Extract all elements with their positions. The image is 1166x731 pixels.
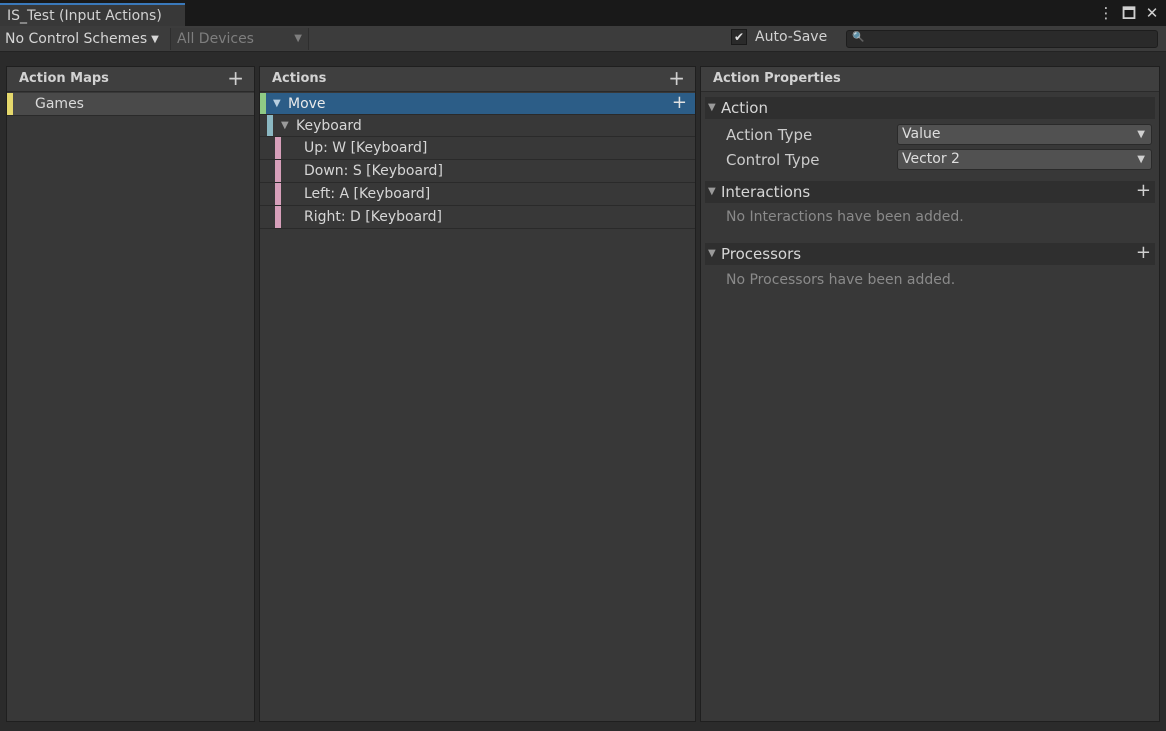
chevron-down-icon: ▼: [294, 33, 302, 44]
window-tab[interactable]: IS_Test (Input Actions): [0, 3, 185, 26]
color-bar: [260, 93, 266, 114]
action-type-dropdown[interactable]: Value ▼: [897, 124, 1152, 145]
expand-triangle-icon[interactable]: ▼: [708, 243, 716, 265]
maximize-icon[interactable]: 🗖: [1121, 3, 1137, 23]
composite-keyboard[interactable]: ▼ Keyboard: [260, 115, 695, 137]
expand-triangle-icon[interactable]: ▼: [273, 93, 281, 115]
actions-header: Actions +: [260, 67, 695, 92]
control-type-dropdown[interactable]: Vector 2 ▼: [897, 149, 1152, 170]
color-bar: [275, 160, 281, 182]
processors-section-header[interactable]: ▼ Processors +: [705, 242, 1155, 265]
autosave-checkbox[interactable]: ✔: [731, 29, 747, 45]
chevron-down-icon: ▼: [1137, 129, 1145, 140]
main-area: Action Maps + Games Actions + ▼ Move + ▼…: [0, 52, 1166, 731]
action-map-item[interactable]: Games: [7, 93, 254, 116]
action-type-row: Action Type Value ▼: [701, 123, 1159, 148]
actions-title: Actions: [272, 71, 327, 86]
add-action-map-icon[interactable]: +: [227, 67, 244, 89]
interactions-empty-message: No Interactions have been added.: [726, 209, 964, 225]
binding-item[interactable]: Right: D [Keyboard]: [260, 206, 695, 229]
close-icon[interactable]: ✕: [1144, 3, 1160, 23]
control-type-row: Control Type Vector 2 ▼: [701, 148, 1159, 173]
control-schemes-dropdown[interactable]: No Control Schemes ▼: [5, 28, 159, 50]
color-bar: [7, 93, 13, 115]
window-tab-title: IS_Test (Input Actions): [7, 8, 162, 24]
action-maps-header: Action Maps +: [7, 67, 254, 92]
control-type-label: Control Type: [726, 151, 820, 169]
section-title: Interactions: [721, 183, 811, 201]
color-bar: [275, 206, 281, 228]
section-title: Processors: [721, 245, 802, 263]
devices-label: All Devices: [177, 31, 254, 47]
action-maps-title: Action Maps: [19, 71, 109, 86]
action-section-header[interactable]: ▼ Action: [705, 97, 1155, 119]
actions-panel: Actions + ▼ Move + ▼ Keyboard Up: W [Key…: [259, 66, 696, 722]
action-type-label: Action Type: [726, 126, 813, 144]
expand-triangle-icon[interactable]: ▼: [281, 115, 289, 137]
action-item-move[interactable]: ▼ Move +: [260, 92, 695, 115]
color-bar: [267, 115, 273, 136]
chevron-down-icon: ▼: [151, 34, 159, 45]
control-schemes-label: No Control Schemes: [5, 31, 148, 47]
window-controls: ⋮ 🗖 ✕: [1098, 3, 1160, 23]
control-type-value: Vector 2: [902, 151, 960, 167]
action-maps-panel: Action Maps + Games: [6, 66, 255, 722]
expand-triangle-icon[interactable]: ▼: [708, 97, 716, 119]
binding-label: Up: W [Keyboard]: [304, 140, 428, 156]
composite-label: Keyboard: [296, 118, 362, 134]
action-label: Move: [288, 96, 326, 112]
add-action-icon[interactable]: +: [668, 67, 685, 89]
devices-dropdown[interactable]: All Devices ▼: [170, 28, 309, 50]
action-properties-panel: Action Properties ▼ Action Action Type V…: [700, 66, 1160, 722]
action-type-value: Value: [902, 126, 941, 142]
section-title: Action: [721, 99, 768, 117]
kebab-menu-icon[interactable]: ⋮: [1098, 3, 1114, 23]
interactions-section-header[interactable]: ▼ Interactions +: [705, 180, 1155, 203]
binding-label: Left: A [Keyboard]: [304, 186, 431, 202]
search-input[interactable]: 🔍: [846, 30, 1158, 48]
add-binding-icon[interactable]: +: [672, 92, 687, 114]
binding-item[interactable]: Down: S [Keyboard]: [260, 160, 695, 183]
chevron-down-icon: ▼: [1137, 154, 1145, 165]
binding-label: Down: S [Keyboard]: [304, 163, 443, 179]
toolbar: No Control Schemes ▼ All Devices ▼ ✔ Auto…: [0, 26, 1166, 52]
search-icon: 🔍: [852, 32, 865, 43]
add-processor-icon[interactable]: +: [1136, 242, 1151, 264]
binding-label: Right: D [Keyboard]: [304, 209, 442, 225]
processors-empty-message: No Processors have been added.: [726, 272, 956, 288]
autosave-toggle[interactable]: ✔ Auto-Save: [731, 29, 827, 45]
color-bar: [275, 183, 281, 205]
action-properties-header: Action Properties: [701, 67, 1159, 92]
window-titlebar: IS_Test (Input Actions) ⋮ 🗖 ✕: [0, 0, 1166, 26]
action-map-label: Games: [35, 96, 84, 112]
expand-triangle-icon[interactable]: ▼: [708, 181, 716, 203]
color-bar: [275, 137, 281, 159]
binding-item[interactable]: Left: A [Keyboard]: [260, 183, 695, 206]
binding-item[interactable]: Up: W [Keyboard]: [260, 137, 695, 160]
add-interaction-icon[interactable]: +: [1136, 180, 1151, 202]
autosave-label: Auto-Save: [755, 29, 828, 45]
action-properties-title: Action Properties: [713, 71, 841, 86]
